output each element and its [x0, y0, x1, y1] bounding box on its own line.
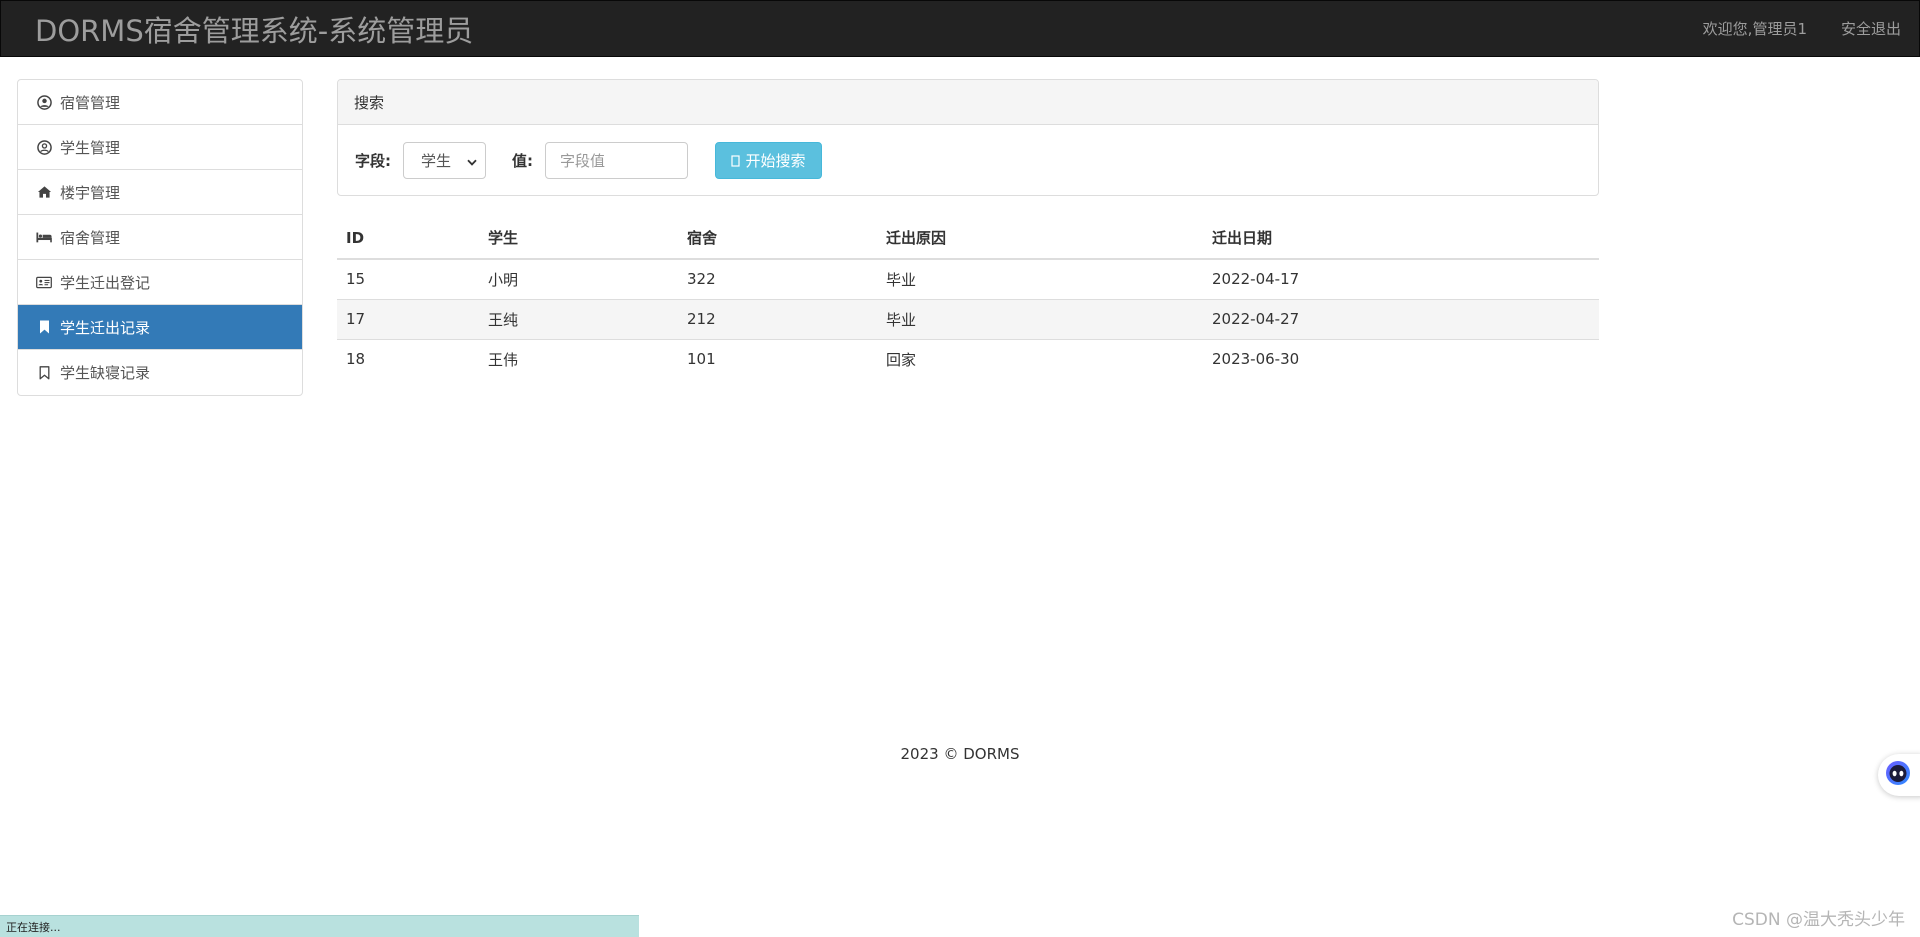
- cell-date: 2023-06-30: [1203, 338, 1599, 379]
- cell-reason: 毕业: [877, 298, 1203, 339]
- sidebar-item-label: 学生管理: [60, 138, 121, 157]
- field-select-value: 学生: [421, 152, 452, 170]
- sidebar-item-label: 宿舍管理: [60, 228, 121, 247]
- sidebar-item-label: 宿管管理: [60, 93, 121, 112]
- sidebar-item-dorm-admin[interactable]: 宿管管理: [18, 80, 302, 125]
- cell-dorm: 101: [678, 338, 877, 379]
- value-label: 值:: [512, 152, 533, 170]
- cell-id: 17: [337, 298, 479, 339]
- checkout-records-table: ID 学生 宿舍 迁出原因 迁出日期 15 小明 322 毕业 2022-04-…: [337, 217, 1599, 379]
- csdn-watermark: CSDN @温大秃头少年: [1732, 910, 1905, 930]
- top-navbar: DORMS宿舍管理系统-系统管理员 欢迎您,管理员1 安全退出: [0, 0, 1920, 57]
- cell-student: 王纯: [479, 298, 678, 339]
- cell-id: 18: [337, 338, 479, 379]
- column-header-dorm: 宿舍: [678, 217, 877, 260]
- sidebar-item-absence-records[interactable]: 学生缺寝记录: [18, 350, 302, 395]
- cell-reason: 回家: [877, 338, 1203, 379]
- field-label: 字段:: [355, 152, 391, 170]
- table-row: 17 王纯 212 毕业 2022-04-27: [337, 298, 1599, 339]
- column-header-date: 迁出日期: [1203, 217, 1599, 260]
- sidebar-menu: 宿管管理 学生管理 楼宇管理 宿舍管理 学生迁出登记 学生迁出记录 学生缺寝记录: [17, 79, 303, 396]
- nav-right: 欢迎您,管理员1 安全退出: [1669, 18, 1901, 39]
- brand-title[interactable]: DORMS宿舍管理系统-系统管理员: [35, 8, 473, 50]
- assistant-bot-icon: [1884, 759, 1912, 791]
- chevron-down-icon: [467, 152, 477, 170]
- table-header-row: ID 学生 宿舍 迁出原因 迁出日期: [337, 217, 1599, 260]
- welcome-text[interactable]: 欢迎您,管理员1: [1703, 18, 1807, 39]
- browser-status-bar: 正在连接...: [0, 915, 639, 937]
- cell-student: 小明: [479, 258, 678, 299]
- cell-date: 2022-04-27: [1203, 298, 1599, 339]
- search-form: 字段: 学生 值: 开始搜索: [338, 125, 1598, 195]
- user-circle-icon: [36, 94, 52, 110]
- id-card-icon: [36, 274, 52, 290]
- sidebar-item-label: 学生缺寝记录: [60, 364, 151, 382]
- search-icon: [731, 154, 741, 167]
- cell-reason: 毕业: [877, 258, 1203, 299]
- sidebar-item-checkout-records[interactable]: 学生迁出记录: [18, 305, 302, 350]
- table-row: 18 王伟 101 回家 2023-06-30: [337, 338, 1599, 379]
- cell-id: 15: [337, 258, 479, 299]
- search-panel: 搜索 字段: 学生 值: 开始搜索: [337, 79, 1599, 196]
- column-header-id: ID: [337, 217, 479, 260]
- start-search-button[interactable]: 开始搜索: [715, 142, 822, 179]
- sidebar-item-label: 楼宇管理: [60, 183, 121, 202]
- value-input[interactable]: [545, 142, 688, 179]
- sidebar-item-checkout-register[interactable]: 学生迁出登记: [18, 260, 302, 305]
- cell-student: 王伟: [479, 338, 678, 379]
- bookmark-icon: [36, 319, 52, 335]
- assistant-widget[interactable]: [1878, 754, 1920, 796]
- sidebar-item-dorms[interactable]: 宿舍管理: [18, 215, 302, 260]
- search-panel-heading: 搜索: [338, 80, 1598, 125]
- sidebar-item-students[interactable]: 学生管理: [18, 125, 302, 170]
- table-row: 15 小明 322 毕业 2022-04-17: [337, 258, 1599, 299]
- bookmark-outline-icon: [36, 365, 52, 381]
- home-icon: [36, 184, 52, 200]
- bed-icon: [36, 229, 52, 245]
- cell-dorm: 212: [678, 298, 877, 339]
- page-footer: 2023 © DORMS: [900, 745, 1020, 763]
- sidebar-item-buildings[interactable]: 楼宇管理: [18, 170, 302, 215]
- user-circle-outline-icon: [36, 139, 52, 155]
- column-header-reason: 迁出原因: [877, 217, 1203, 260]
- start-search-label: 开始搜索: [745, 152, 806, 170]
- sidebar-item-label: 学生迁出登记: [60, 273, 151, 292]
- cell-date: 2022-04-17: [1203, 258, 1599, 299]
- column-header-student: 学生: [479, 217, 678, 260]
- field-select[interactable]: 学生: [403, 142, 486, 179]
- logout-link[interactable]: 安全退出: [1841, 18, 1901, 39]
- sidebar-item-label: 学生迁出记录: [60, 318, 151, 337]
- cell-dorm: 322: [678, 258, 877, 299]
